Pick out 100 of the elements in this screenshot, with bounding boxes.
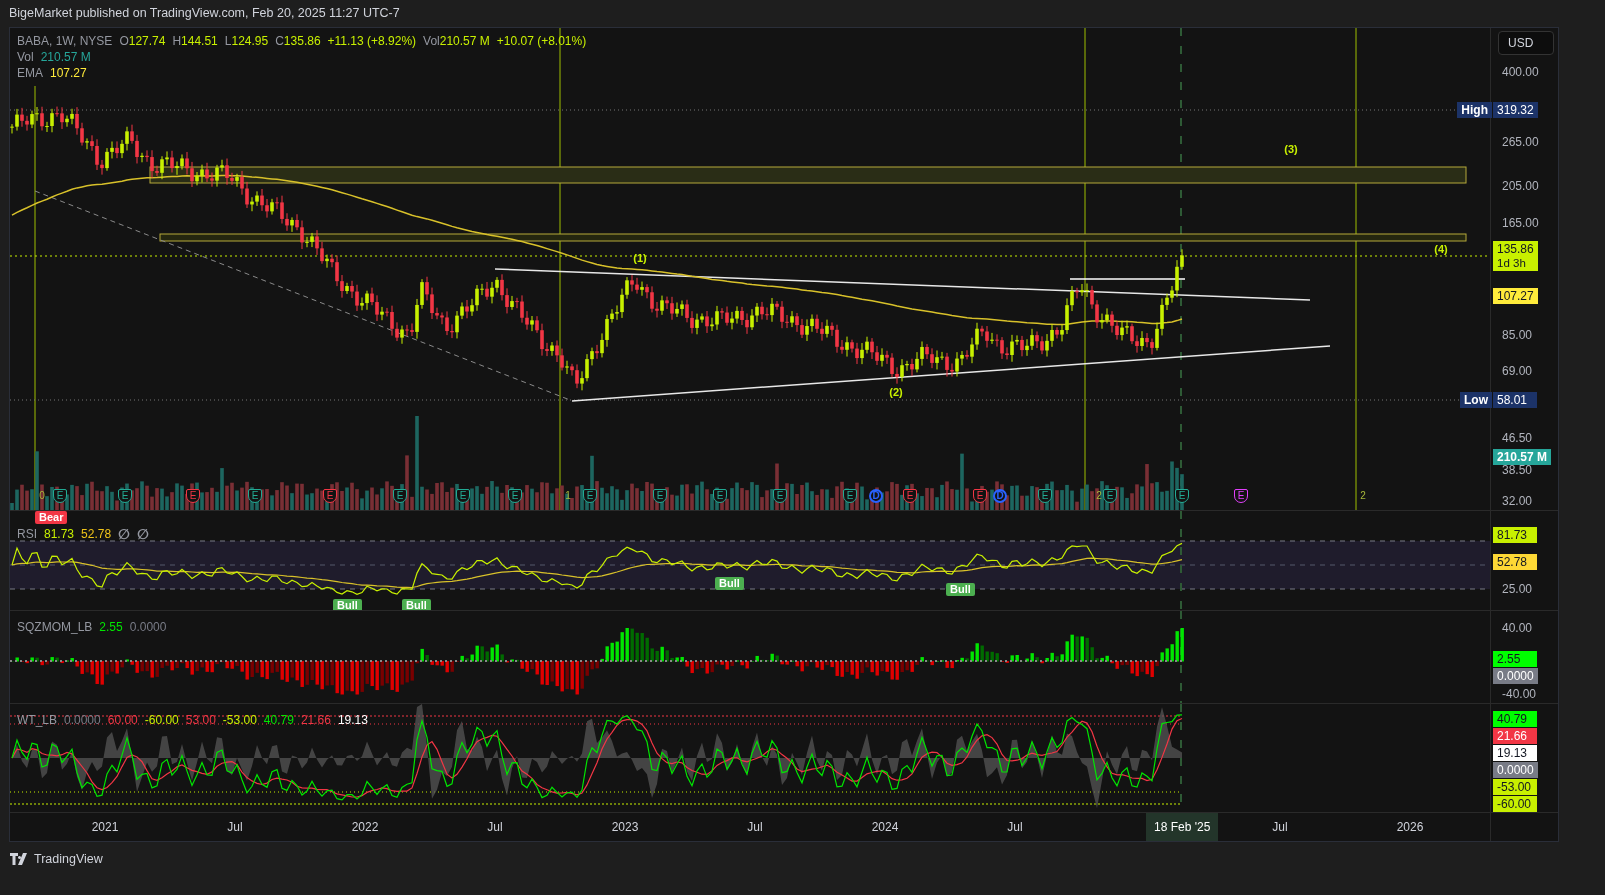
earnings-marker[interactable]: E [118,489,132,503]
value-tag: 2.55 [1493,650,1537,667]
price-tick: 38.50 [1502,462,1533,477]
earnings-marker[interactable]: E [1234,489,1248,503]
earnings-marker[interactable]: E [973,489,987,503]
time-label: 2024 [871,820,899,834]
earnings-marker[interactable]: E [713,489,727,503]
earnings-marker[interactable]: E [1038,489,1052,503]
legend-value: 124.95 [231,34,269,48]
price-tick: 85.00 [1502,328,1533,343]
dividend-marker[interactable]: D [869,489,883,503]
price-tag: 210.57 M [1493,449,1552,465]
earnings-marker[interactable]: E [508,489,522,503]
price-tick: 69.00 [1502,363,1533,378]
value-tag: -60.00 [1493,796,1537,812]
time-label: 2023 [611,820,639,834]
legend-value: 19.13 [337,713,368,727]
symbol-label: BABA, 1W, NYSE [17,34,113,48]
bullish-divergence-tag: Bull [402,599,431,610]
logo-icon [10,853,30,865]
value-tag: 21.66 [1493,728,1537,744]
legend-value: 53.00 [185,713,216,727]
earnings-marker[interactable]: E [773,489,787,503]
count-mark: 2 [1096,490,1102,501]
legend-value: 40.79 [263,713,294,727]
legend-value: 127.74 [128,34,166,48]
dividend-marker[interactable]: D [993,489,1007,503]
price-tag: 58.01 [1493,392,1537,409]
price-tick: 46.50 [1502,430,1533,445]
time-label: Jul [487,820,503,834]
time-label: Jul [1007,820,1023,834]
earnings-marker[interactable]: E [583,489,597,503]
earnings-marker[interactable]: E [393,489,407,503]
price-tag: 319.32 [1493,102,1538,119]
value-tag: 52.78 [1493,554,1537,571]
legend-value: -60.00 [144,713,179,727]
date-cursor-label: 18 Feb '25 [1146,813,1219,841]
wave-label: (1) [633,252,647,264]
wave-label: (3) [1284,143,1298,155]
axis-tick: -40.00 [1502,687,1537,701]
earnings-marker[interactable]: E [248,489,262,503]
time-label: 2021 [91,820,119,834]
time-label: Jul [227,820,243,834]
publisher-line: BigeMarket published on TradingView.com, Feb 20, 2025 11:27 UTC-7 [8,5,401,22]
indicator-name: SQZMOM_LB [17,620,93,634]
count-mark: 0 [39,490,45,501]
legend-value: 81.73 [44,527,75,541]
count-mark: 1 [565,490,571,501]
legend-value: 135.86 [283,34,321,48]
count-mark: 2 [1360,490,1366,501]
time-label: 2022 [351,820,379,834]
price-tag: 107.27 [1493,287,1538,304]
bearish-divergence-tag: Bear [35,511,68,524]
bullish-divergence-tag: Bull [946,583,975,596]
indicator-name: RSI [17,527,37,541]
axis-tick: 25.00 [1502,582,1533,596]
legend-value: 107.27 [50,66,87,80]
earnings-marker[interactable]: E [186,489,200,503]
legend-value: ∅ [137,526,150,542]
legend-value: +11.13 (+8.92%) [327,34,417,48]
earnings-marker[interactable]: E [323,489,337,503]
price-tick: 265.00 [1502,135,1539,149]
bullish-divergence-tag: Bull [715,577,744,590]
earnings-marker[interactable]: E [843,489,857,503]
value-tag: 81.73 [1493,526,1537,543]
time-label: Jul [747,820,763,834]
brand-name: TradingView [34,852,103,866]
earnings-marker[interactable]: E [653,489,667,503]
legend-label: Vol [423,34,440,48]
indicator-name: WT_LB [17,713,57,727]
earnings-marker[interactable]: E [1103,489,1117,503]
legend-label: O [119,34,129,48]
legend-label: C [275,34,284,48]
legend-label: H [172,34,182,48]
legend-value: +10.07 (+8.01%) [496,34,587,48]
currency-button[interactable]: USD [1498,31,1554,55]
legend-value: 0.0000 [64,713,101,727]
legend-value: 52.78 [81,527,112,541]
wave-label: (4) [1434,243,1448,255]
value-tag: 0.0000 [1493,762,1538,778]
price-tick: 205.00 [1502,178,1539,193]
legend-value: 210.57 M [439,34,490,48]
earnings-marker[interactable]: E [1175,489,1189,503]
value-tag: -53.00 [1493,779,1537,795]
legend-label: Vol [17,50,34,64]
time-label: 2026 [1396,820,1424,834]
bullish-divergence-tag: Bull [333,599,362,610]
earnings-marker[interactable]: E [456,489,470,503]
legend-value: 2.55 [99,620,123,634]
legend-value: 21.66 [300,713,331,727]
value-tag: 0.0000 [1493,667,1538,684]
legend-value: 210.57 M [40,50,91,64]
earnings-marker[interactable]: E [53,489,67,503]
time-label: Jul [1272,820,1288,834]
legend-value: 60.00 [107,713,138,727]
price-tag-label: High [1457,102,1492,119]
value-tag: 19.13 [1493,745,1537,761]
earnings-marker[interactable]: E [903,489,917,503]
value-tag: 40.79 [1493,711,1537,727]
legend-value: 0.0000 [129,620,167,634]
